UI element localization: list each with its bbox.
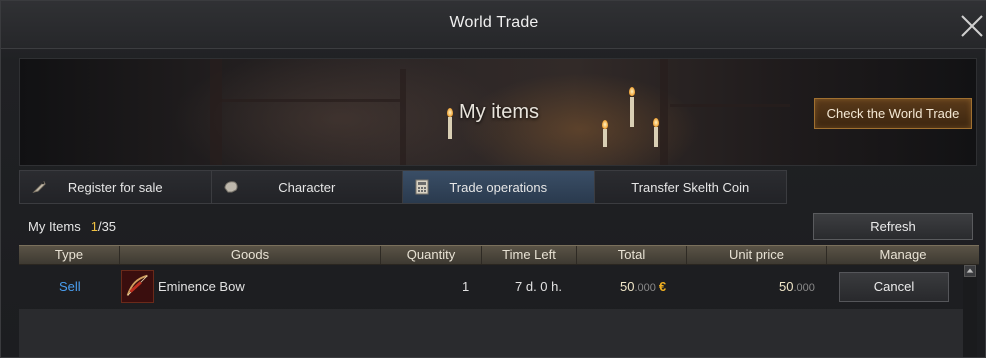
unit-price-value: 50 bbox=[779, 279, 794, 294]
check-world-trade-button[interactable]: Check the World Trade bbox=[814, 98, 972, 129]
total-value: 50 bbox=[620, 279, 635, 294]
goods-cell: Eminence Bow bbox=[158, 279, 245, 294]
item-max: /35 bbox=[97, 219, 117, 234]
tab-bar: Register for sale Character Trade operat… bbox=[19, 170, 787, 204]
tab-character[interactable]: Character bbox=[211, 171, 403, 203]
my-items-summary: My Items 1/35 bbox=[28, 219, 116, 234]
my-items-label: My Items bbox=[28, 219, 81, 234]
column-header: Goods bbox=[120, 246, 381, 264]
tab-label: Character bbox=[278, 180, 336, 195]
unit-price-decimals: .000 bbox=[793, 282, 815, 294]
column-header: Unit price bbox=[687, 246, 827, 264]
scrollbar[interactable] bbox=[963, 265, 977, 357]
column-header: Quantity bbox=[381, 246, 482, 264]
close-icon[interactable] bbox=[959, 13, 985, 39]
type-cell: Sell bbox=[59, 279, 81, 294]
total-decimals: .000 bbox=[634, 282, 656, 294]
currency-icon: € bbox=[658, 279, 667, 294]
empty-list-area bbox=[19, 309, 963, 357]
item-count: 1 bbox=[90, 219, 98, 234]
bow-icon bbox=[121, 270, 154, 303]
tab-transfer-skelth-coin[interactable]: Transfer Skelth Coin bbox=[594, 171, 786, 203]
world-trade-window: World Trade My items Check the World Tra… bbox=[0, 0, 986, 358]
table-header: Type Goods Quantity Time Left Total Unit… bbox=[19, 245, 979, 265]
tab-trade-operations[interactable]: Trade operations bbox=[403, 171, 595, 203]
refresh-button[interactable]: Refresh bbox=[813, 213, 973, 240]
cancel-button[interactable]: Cancel bbox=[839, 272, 949, 302]
table-row[interactable]: Sell Eminence Bow 1 7 d. 0 h. 50.000 € 50… bbox=[19, 267, 963, 307]
unit-price-cell: 50.000 bbox=[779, 267, 815, 307]
quantity-cell: 1 bbox=[462, 279, 470, 294]
title-bar: World Trade bbox=[1, 1, 986, 49]
column-header: Type bbox=[19, 246, 120, 264]
tab-label: Transfer Skelth Coin bbox=[631, 180, 750, 195]
scroll-up-icon[interactable] bbox=[964, 265, 976, 277]
column-header: Manage bbox=[879, 247, 927, 262]
total-cell: 50.000 € bbox=[620, 267, 666, 307]
column-header: Total bbox=[577, 246, 687, 264]
column-header: Time Left bbox=[482, 246, 577, 264]
time-left-cell: 7 d. 0 h. bbox=[515, 279, 562, 294]
tab-label: Register for sale bbox=[67, 180, 163, 195]
tab-register-for-sale[interactable]: Register for sale bbox=[20, 171, 212, 203]
tab-label: Trade operations bbox=[449, 180, 548, 195]
window-title: World Trade bbox=[449, 14, 539, 31]
